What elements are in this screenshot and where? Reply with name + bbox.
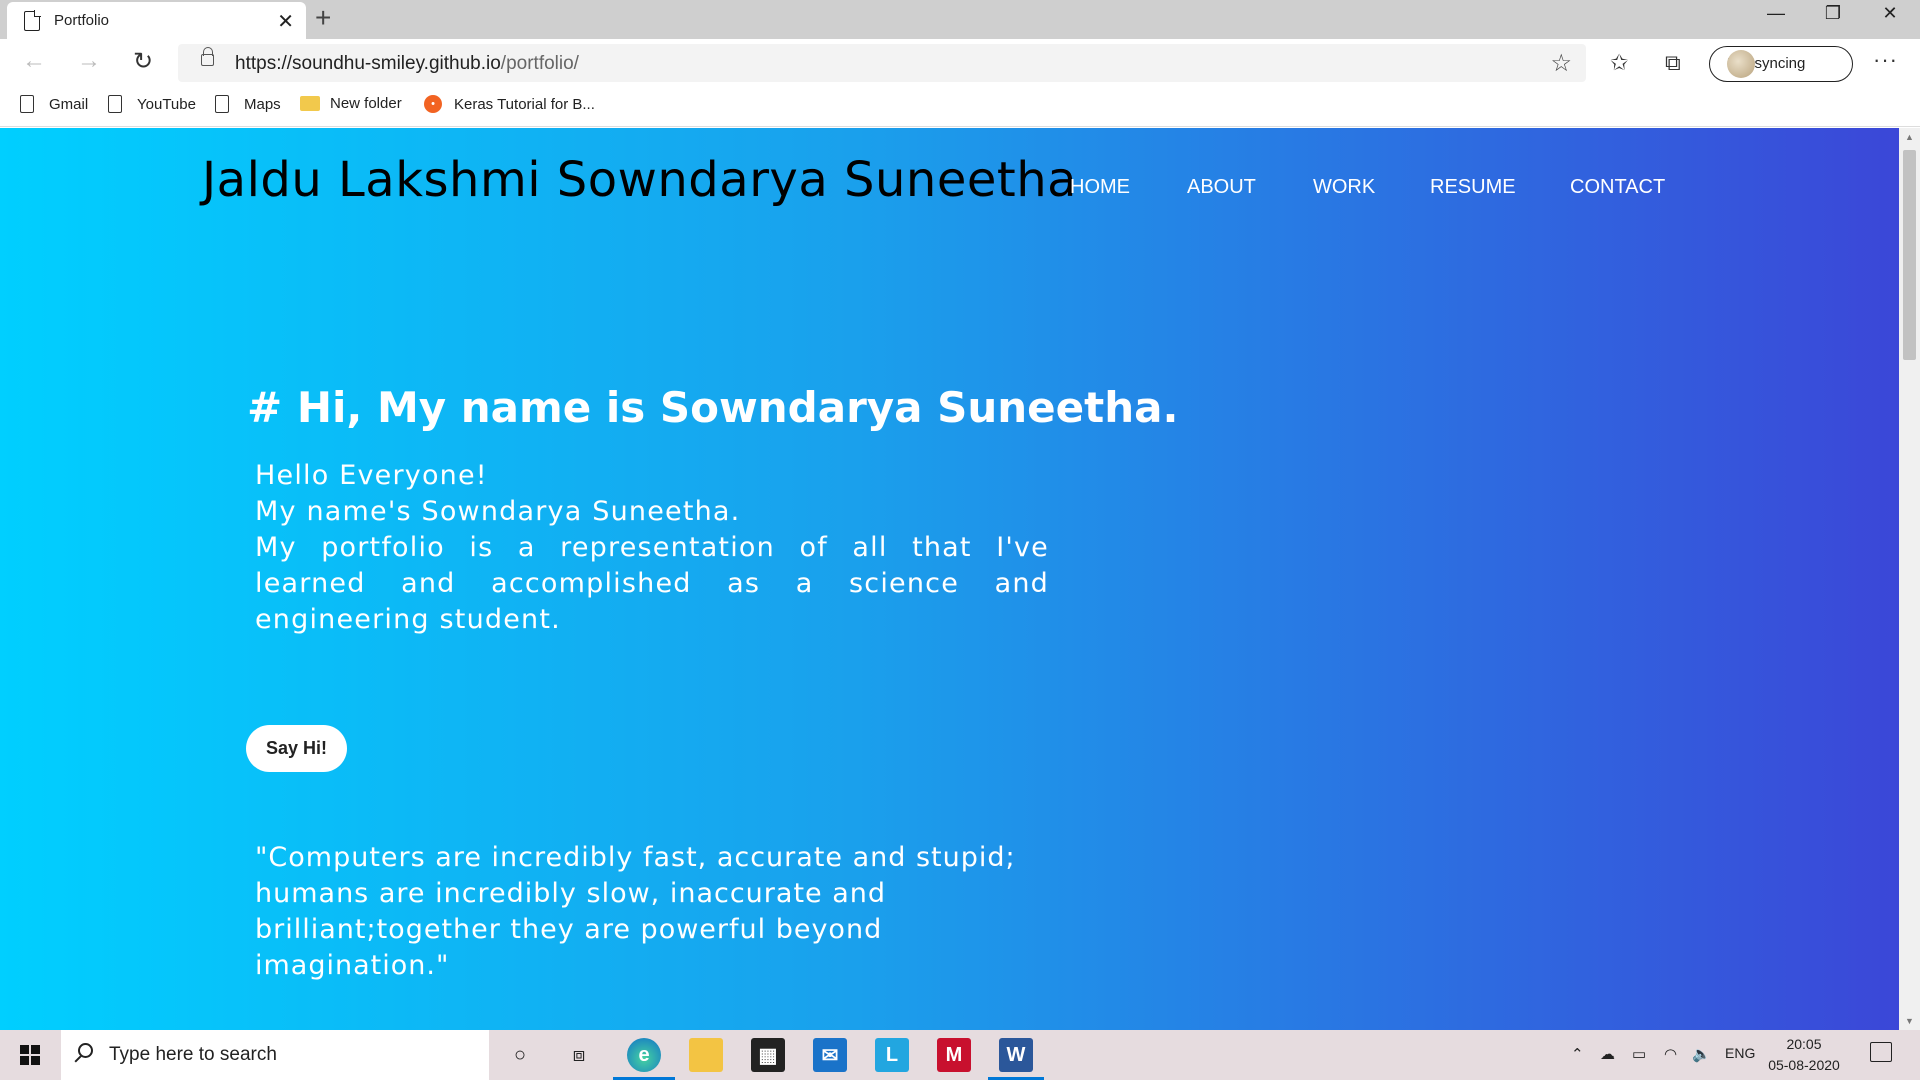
clock-date: 05-08-2020	[1768, 1057, 1840, 1073]
battery-icon[interactable]: ▭	[1632, 1045, 1646, 1063]
page-icon	[20, 95, 34, 113]
search-placeholder: Type here to search	[109, 1044, 277, 1065]
onedrive-icon[interactable]: ☁	[1600, 1045, 1615, 1063]
show-hidden-icons[interactable]: ⌃	[1571, 1045, 1584, 1063]
close-tab-icon[interactable]: ✕	[277, 9, 294, 34]
tab-strip: Portfolio ✕ + — ❐ ✕	[0, 0, 1920, 39]
say-hi-button[interactable]: Say Hi!	[246, 725, 347, 772]
word-icon[interactable]: W	[999, 1038, 1033, 1072]
hero-heading: # Hi, My name is Sowndarya Suneetha.	[247, 383, 1179, 432]
cortana-icon[interactable]: ○	[503, 1038, 537, 1072]
new-tab-button[interactable]: +	[315, 2, 331, 34]
bookmark-gmail[interactable]: Gmail	[20, 95, 88, 113]
volume-icon[interactable]: 🔈	[1692, 1045, 1711, 1063]
search-icon	[78, 1043, 93, 1058]
wifi-icon[interactable]: ◠	[1664, 1045, 1677, 1063]
site-brand[interactable]: Jaldu Lakshmi Sowndarya Suneetha	[202, 152, 1077, 208]
address-bar[interactable]: https://soundhu-smiley.github.io/portfol…	[178, 44, 1586, 82]
notification-center-icon[interactable]	[1870, 1042, 1892, 1062]
browser-toolbar: ← → ↻ https://soundhu-smiley.github.io/p…	[0, 39, 1920, 89]
nav-contact[interactable]: CONTACT	[1570, 176, 1665, 199]
taskbar-search-box[interactable]: Type here to search	[61, 1030, 489, 1080]
intro-text: Hello Everyone! My name's Sowndarya Sune…	[255, 458, 1049, 638]
mcafee-icon[interactable]: M	[937, 1038, 971, 1072]
bookmark-maps[interactable]: Maps	[215, 95, 281, 113]
tab-title: Portfolio	[54, 12, 110, 29]
minimize-button[interactable]: —	[1748, 3, 1804, 24]
scroll-down-icon[interactable]: ▼	[1905, 1016, 1914, 1026]
page-icon	[24, 10, 41, 31]
intro-line: My name's Sowndarya Suneetha.	[255, 496, 741, 527]
collections-icon[interactable]: ⧉	[1665, 50, 1681, 76]
intro-line: Hello Everyone!	[255, 460, 488, 491]
close-window-button[interactable]: ✕	[1862, 3, 1918, 24]
lens-app-icon[interactable]: L	[875, 1038, 909, 1072]
edge-browser-icon[interactable]: e	[627, 1038, 661, 1072]
profile-avatar	[1727, 50, 1755, 78]
bookmark-new-folder[interactable]: New folder	[300, 95, 402, 112]
reload-button[interactable]: ↻	[133, 47, 153, 76]
restore-button[interactable]: ❐	[1805, 3, 1861, 24]
lock-icon	[201, 47, 214, 66]
forward-button[interactable]: →	[77, 47, 101, 75]
page-icon	[215, 95, 229, 113]
nav-work[interactable]: WORK	[1313, 176, 1375, 199]
back-button[interactable]: ←	[22, 47, 46, 75]
bookmark-keras-tutorial[interactable]: • Keras Tutorial for B...	[424, 95, 595, 113]
favorite-star-icon[interactable]: ☆	[1550, 49, 1572, 78]
windows-start-icon[interactable]	[20, 1045, 40, 1065]
portfolio-page: Jaldu Lakshmi Sowndarya Suneetha HOME AB…	[0, 128, 1899, 1030]
bookmarks-bar: Gmail YouTube Maps New folder • Keras Tut…	[0, 89, 1920, 127]
intro-line: My portfolio is a representation of all …	[255, 532, 1049, 635]
nav-resume[interactable]: RESUME	[1430, 176, 1516, 199]
scrollbar-thumb[interactable]	[1903, 150, 1916, 360]
quote-text: "Computers are incredibly fast, accurate…	[255, 842, 1016, 981]
nav-about[interactable]: ABOUT	[1187, 176, 1256, 199]
mail-icon[interactable]: ✉	[813, 1038, 847, 1072]
task-view-icon[interactable]: ⧈	[562, 1038, 596, 1072]
keras-icon: •	[424, 95, 442, 113]
taskbar: Type here to search ○ ⧈ e ▦ ✉ L M W ⌃ ☁ …	[0, 1030, 1920, 1080]
tab-portfolio[interactable]: Portfolio ✕	[7, 2, 306, 39]
language-indicator[interactable]: ENG	[1725, 1045, 1755, 1061]
page-scrollbar[interactable]: ▲ ▼	[1899, 128, 1920, 1030]
clock-time: 20:05	[1786, 1036, 1822, 1052]
more-menu-icon[interactable]: ···	[1873, 47, 1898, 73]
favorites-icon[interactable]: ✩	[1610, 50, 1628, 76]
url-text[interactable]: https://soundhu-smiley.github.io/portfol…	[235, 53, 579, 75]
store-icon[interactable]: ▦	[751, 1038, 785, 1072]
bookmark-youtube[interactable]: YouTube	[108, 95, 196, 113]
sync-button[interactable]: Not syncing	[1709, 46, 1853, 82]
clock[interactable]: 20:05 05-08-2020	[1764, 1034, 1844, 1076]
scroll-up-icon[interactable]: ▲	[1905, 132, 1914, 142]
nav-home[interactable]: HOME	[1070, 176, 1130, 199]
folder-icon	[300, 96, 320, 111]
page-icon	[108, 95, 122, 113]
file-explorer-icon[interactable]	[689, 1038, 723, 1072]
